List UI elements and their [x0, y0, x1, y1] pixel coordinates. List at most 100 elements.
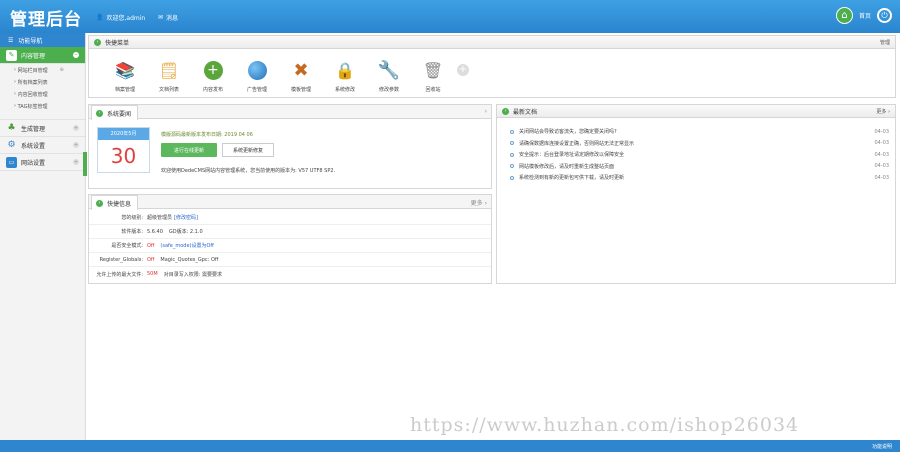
row-value: Off — [147, 242, 155, 249]
shortcut-recycle[interactable]: 🗑 回收站 — [411, 59, 455, 94]
doc-title[interactable]: 安全提示：后台登录地址请定期修改以保障安全 — [519, 151, 624, 158]
notepad-icon: 🗒 — [158, 60, 180, 80]
row-value: Off — [147, 256, 155, 263]
watermark: https://www.huzhan.com/ishop26034 — [410, 414, 800, 436]
chevron-right-icon[interactable]: › — [485, 108, 487, 115]
row-extra: GD版本: 2.1.0 — [168, 229, 203, 235]
info-table: 您的级别: 超级管理员 [修改密码] 软件版本: 5.6.40 GD版本: 2.… — [89, 209, 491, 281]
sidebar-item-label: 所有档案列表 — [17, 79, 48, 86]
row-extra: 对目录写入权限: 需要要求 — [163, 271, 222, 278]
shortcut-label: 广告管理 — [246, 87, 267, 93]
tree-icon: ♣ — [7, 123, 16, 133]
list-item[interactable]: 网站模板修改后，请及时重新生成整站页面 04-03 — [510, 161, 895, 173]
row-value: 50M — [147, 271, 158, 277]
sidebar-item-label: 内容回收管理 — [17, 91, 48, 98]
document-icon: ✎ — [6, 49, 17, 61]
doc-list: 关闭网站会导致访客流失，您确定要关闭吗? 04-03 请确保数据库连接设置正确，… — [497, 118, 895, 184]
expand-icon[interactable]: + — [73, 159, 79, 165]
footer-link[interactable]: 功能说明 — [872, 443, 892, 450]
doc-title[interactable]: 请确保数据库连接设置正确，否则网站无法正常显示 — [519, 140, 634, 147]
expand-icon[interactable]: + — [73, 142, 79, 148]
doc-title[interactable]: 网站模板修改后，请及时重新生成整站页面 — [519, 163, 614, 170]
table-row: 是否安全模式: Off (safe_mode)设置为Off — [89, 239, 491, 253]
tools-cross-icon: ✖ — [293, 59, 309, 81]
message-link[interactable]: ✉ 消息 — [158, 13, 178, 22]
tab-system-news[interactable]: › 系统要闻 — [91, 105, 139, 120]
shortcut-template[interactable]: ✖ 模板管理 — [279, 59, 323, 94]
shortcut-panel: › 快捷菜单 管理 📚 档案管理 🗒 文档列表 + 内容发布 广告管理 ✖ 模板… — [88, 35, 896, 98]
row-label: 允许上传的最大文件: — [96, 271, 143, 278]
list-item[interactable]: 系统检测到有新的更新包可供下载，请及时更新 04-03 — [510, 172, 895, 184]
row-label: 是否安全模式: — [111, 243, 143, 249]
system-fix-button[interactable]: 系统更新修复 — [222, 143, 274, 157]
sidebar-group-label: 网站设置 — [21, 159, 46, 167]
sidebar-item-all-docs[interactable]: › 所有档案列表 — [0, 76, 85, 88]
shortcut-archive[interactable]: 📚 档案管理 — [103, 59, 147, 94]
calendar-day: 30 — [110, 144, 137, 168]
sidebar-item-recycle[interactable]: › 内容回收管理 — [0, 88, 85, 100]
tab-shortcut-info[interactable]: › 快捷信息 — [91, 195, 139, 210]
gear-icon: ⚙ — [7, 140, 16, 150]
sidebar-group-site[interactable]: ▭ 网站设置 + — [0, 154, 85, 171]
shortcut-label: 内容发布 — [202, 87, 223, 93]
collapse-icon[interactable]: − — [73, 52, 79, 58]
pin-icon[interactable]: ⊕ — [60, 67, 64, 73]
online-update-button[interactable]: 进行在线更新 — [161, 143, 217, 157]
add-icon: + — [202, 59, 224, 81]
bullet-icon — [510, 129, 514, 134]
row-extra: Magic_Quotes_Gpc: Off — [160, 256, 219, 263]
shortcut-params[interactable]: 🔧 修改参数 — [367, 59, 411, 94]
sidebar-title-text: 功能导航 — [18, 37, 43, 45]
shortcut-label: 系统修改 — [334, 87, 355, 93]
row-value: 超级管理员 — [147, 215, 173, 221]
monitor-icon: ▭ — [6, 156, 17, 168]
expand-icon[interactable]: + — [73, 125, 79, 131]
manage-link[interactable]: 管理 — [880, 39, 890, 46]
row-label: 软件版本: — [121, 229, 143, 235]
sidebar-resize-handle[interactable] — [83, 152, 87, 176]
header-actions: ⌂ 首页 ⏻ — [835, 7, 892, 24]
list-item[interactable]: 请确保数据库连接设置正确，否则网站无法正常显示 04-03 — [510, 138, 895, 150]
add-shortcut-icon[interactable]: + — [457, 64, 469, 76]
home-icon[interactable]: ⌂ — [835, 7, 853, 24]
sidebar-item-column-manage[interactable]: › 网站栏目管理 ⊕ — [0, 64, 85, 76]
shortcut-ads[interactable]: 广告管理 — [235, 59, 279, 93]
list-item[interactable]: 安全提示：后台登录地址请定期修改以保障安全 04-03 — [510, 149, 895, 161]
change-password-link[interactable]: [修改密码] — [174, 214, 198, 221]
sidebar-group-content[interactable]: ✎ 内容管理 − — [0, 47, 85, 64]
power-icon[interactable]: ⏻ — [877, 8, 892, 23]
sidebar-divider — [0, 112, 85, 120]
sidebar-group-generate[interactable]: ♣ 生成管理 + — [0, 120, 85, 137]
bullet-icon — [510, 152, 514, 157]
sidebar-title: ☰ 功能导航 — [0, 33, 85, 47]
welcome-user[interactable]: 👤 欢迎您,admin — [96, 13, 145, 22]
shortcut-system[interactable]: 🔒 系统修改 — [323, 59, 367, 94]
doc-date: 04-03 — [874, 163, 889, 170]
sidebar-item-tags[interactable]: › TAG标签管理 — [0, 100, 85, 112]
doc-title[interactable]: 关闭网站会导致访客流失，您确定要关闭吗? — [519, 128, 617, 135]
shortcut-doc-list[interactable]: 🗒 文档列表 — [147, 59, 191, 94]
footer-bar: 功能说明 — [0, 440, 900, 452]
row-label: 您的级别: — [121, 215, 143, 221]
more-link[interactable]: 更多 › — [471, 198, 487, 207]
table-row: 您的级别: 超级管理员 [修改密码] — [89, 211, 491, 225]
top-header: 管理后台 👤 欢迎您,admin ✉ 消息 ⌂ 首页 ⏻ — [0, 0, 900, 33]
dot-icon: › — [96, 109, 103, 117]
shortcut-publish[interactable]: + 内容发布 — [191, 59, 235, 93]
latest-docs-title: 最新文档 — [513, 108, 538, 116]
sidebar-group-system[interactable]: ⚙ 系统设置 + — [0, 137, 85, 154]
more-text: 更多 — [470, 200, 483, 207]
sidebar-group-label: 系统设置 — [21, 142, 46, 150]
home-label[interactable]: 首页 — [859, 11, 871, 20]
latest-docs-header: › 最新文档 更多 › — [497, 105, 895, 118]
system-description: 欢迎使用DedeCMS网站内容管理系统，您当前使用的版本为: V57 UTF8 … — [161, 168, 336, 174]
more-text: 更多 — [876, 109, 887, 115]
doc-title[interactable]: 系统检测到有新的更新包可供下载，请及时更新 — [519, 174, 624, 181]
more-link[interactable]: 更多 › — [876, 108, 890, 115]
doc-date: 04-03 — [874, 174, 889, 181]
shortcut-panel-title: 快捷菜单 — [105, 39, 130, 47]
system-info-tabs: › 系统要闻 › — [89, 105, 491, 120]
list-item[interactable]: 关闭网站会导致访客流失，您确定要关闭吗? 04-03 — [510, 126, 895, 138]
row-value: 5.6.40 — [147, 228, 163, 235]
dot-icon: › — [502, 107, 509, 115]
